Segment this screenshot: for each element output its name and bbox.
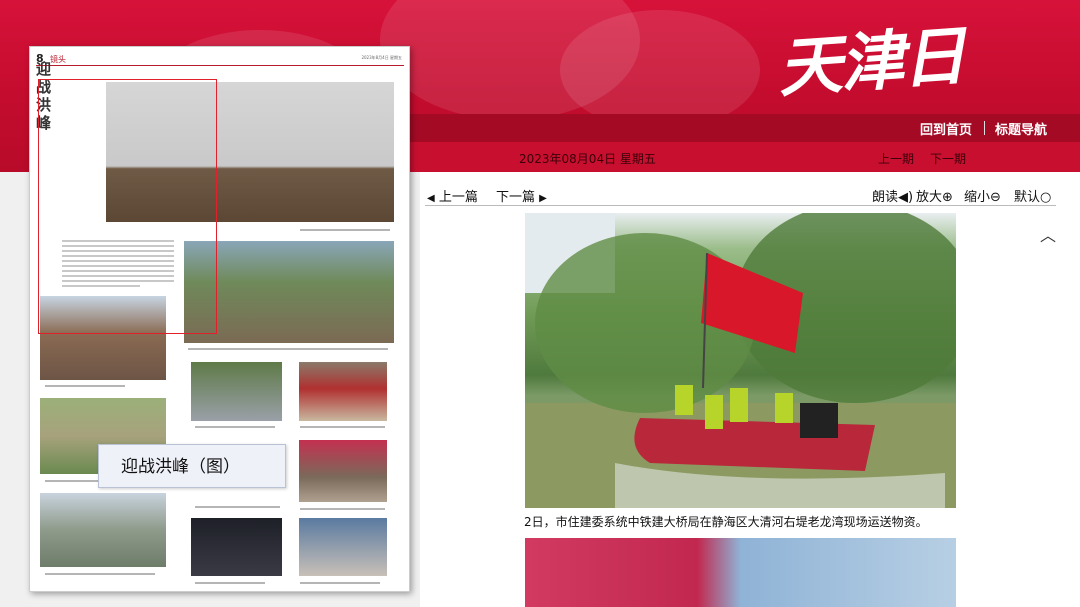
default-size-button[interactable]: 默认○ (1014, 186, 1051, 205)
caption-line (195, 426, 275, 428)
article-highlight-box[interactable] (38, 79, 217, 334)
zoom-out-button[interactable]: 缩小⊖ (964, 186, 1001, 205)
issue-date: 2023年08月04日 星期五 (519, 152, 656, 166)
caption-line (300, 508, 385, 510)
read-aloud-label: 朗读 (872, 190, 899, 205)
caption-line (300, 229, 390, 231)
triangle-left-icon: ◀ (427, 193, 435, 204)
article-tooltip: 迎战洪峰（图） (98, 444, 286, 488)
triangle-right-icon: ▶ (539, 193, 547, 204)
caption-line (45, 385, 125, 387)
page-photo-helpers[interactable] (299, 518, 387, 576)
home-link[interactable]: 回到首页 (920, 119, 972, 138)
next-article-link[interactable]: 下一篇 ▶ (496, 186, 547, 205)
date-bar (410, 142, 1080, 172)
caption-line (195, 506, 280, 508)
nav-divider (984, 121, 985, 135)
article-photo[interactable] (525, 213, 956, 508)
headline-nav-link[interactable]: 标题导航 (995, 119, 1047, 138)
zoom-in-button[interactable]: 放大⊕ (916, 186, 953, 205)
read-aloud-button[interactable]: 朗读◀) (872, 186, 913, 205)
paper-header: 8 镜头 2023年8月4日 星期五 (36, 52, 404, 66)
zoom-in-label: 放大 (916, 190, 943, 205)
page-photo-bus[interactable] (299, 362, 387, 421)
flood-rescue-illustration (525, 213, 956, 508)
caption-line (45, 573, 155, 575)
page-photo-dam[interactable] (40, 493, 166, 567)
nav-strip (410, 114, 1080, 142)
caption-line (300, 426, 385, 428)
photo-caption: 2日，市住建委系统中铁建大桥局在静海区大清河右堤老龙湾现场运送物资。 (524, 515, 928, 529)
speaker-icon: ◀) (898, 190, 914, 205)
caption-line (195, 582, 265, 584)
page-photo-night[interactable] (191, 518, 282, 576)
prev-issue-link[interactable]: 上一期 (878, 150, 914, 167)
site-logo[interactable]: 天津日報 (775, 6, 1001, 203)
next-issue-link[interactable]: 下一期 (930, 150, 966, 167)
default-size-label: 默认 (1014, 190, 1041, 205)
chevron-up-icon[interactable]: ︿ (1040, 222, 1056, 246)
page-photo-sandbags[interactable] (191, 362, 282, 421)
minus-circle-icon: ⊖ (990, 190, 1001, 205)
zoom-out-label: 缩小 (964, 190, 991, 205)
plus-circle-icon: ⊕ (942, 190, 953, 205)
page-photo-crew[interactable] (299, 440, 387, 502)
caption-line (300, 582, 380, 584)
article-photo-2[interactable] (525, 538, 956, 607)
prev-article-label: 上一篇 (438, 190, 478, 205)
caption-line (188, 348, 388, 350)
circle-icon: ○ (1040, 190, 1052, 205)
prev-article-link[interactable]: ◀ 上一篇 (427, 186, 478, 205)
paper-date: 2023年8月4日 星期五 (361, 55, 402, 60)
next-article-label: 下一篇 (496, 190, 536, 205)
